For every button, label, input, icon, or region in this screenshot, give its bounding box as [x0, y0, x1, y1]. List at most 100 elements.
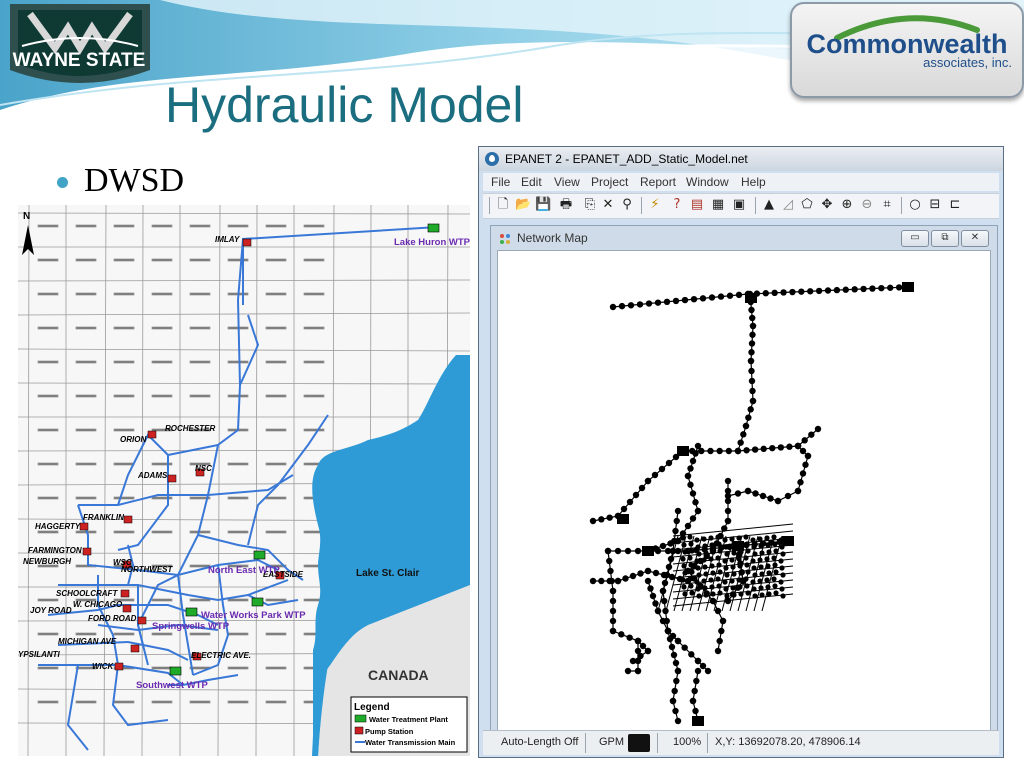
pan-icon[interactable]: ✥ — [819, 197, 835, 213]
toolbar: 🗋 📂 💾 🖶 ⎘ ✕ ⚲ ⚡ ? ▤ ▦ ▣ ▲ ◿ ⬠ ✥ ⊕ ⊖ ⌗ ○ … — [483, 193, 999, 219]
zoom-out-icon[interactable]: ⊖ — [859, 197, 875, 213]
menu-edit[interactable]: Edit — [521, 175, 542, 189]
junction-node — [749, 314, 756, 322]
junction-node — [694, 507, 702, 515]
junction-node — [722, 558, 728, 564]
save-icon[interactable]: 💾 — [535, 197, 551, 213]
junction-icon[interactable]: ○ — [907, 197, 923, 213]
print-icon[interactable]: 🖶 — [558, 197, 574, 213]
junction-node — [696, 551, 702, 557]
junction-node — [765, 584, 771, 590]
junction-node — [743, 555, 749, 561]
junction-node — [662, 607, 669, 615]
junction-node — [808, 431, 815, 438]
restore-button[interactable]: ⧉ — [931, 230, 959, 247]
select-icon[interactable]: ▲ — [761, 197, 777, 213]
copy-icon[interactable]: ⎘ — [582, 197, 598, 213]
junction-node — [748, 377, 756, 385]
run-icon[interactable]: ⚡ — [647, 197, 663, 213]
city-label: YPSILANTI — [18, 650, 61, 659]
tank-node — [692, 716, 704, 726]
city-label: ORION — [120, 435, 146, 444]
junction-node — [765, 563, 771, 569]
menu-help[interactable]: Help — [741, 175, 766, 189]
epanet-titlebar[interactable]: EPANET 2 - EPANET_ADD_Static_Model.net — [479, 147, 1003, 171]
junction-node — [589, 517, 597, 525]
junction-node — [665, 459, 673, 467]
junction-node — [723, 544, 729, 550]
junction-node — [709, 597, 717, 605]
junction-node — [614, 577, 622, 585]
junction-node — [695, 586, 701, 592]
junction-node — [681, 584, 687, 590]
pump-station-marker — [242, 238, 252, 247]
junction-node — [723, 586, 729, 592]
junction-node — [724, 572, 730, 578]
junction-node — [699, 662, 707, 670]
menu-file[interactable]: File — [491, 175, 510, 189]
junction-node — [695, 565, 701, 571]
junction-node — [589, 577, 597, 585]
options-icon[interactable]: ▣ — [731, 197, 747, 213]
query-icon[interactable]: ? — [669, 197, 685, 213]
junction-node — [674, 717, 682, 725]
tank-icon[interactable]: ⊏ — [947, 197, 963, 213]
junction-node — [735, 291, 743, 299]
junction-node — [731, 571, 737, 577]
junction-node — [737, 439, 744, 446]
open-icon[interactable]: 📂 — [515, 197, 531, 213]
junction-node — [654, 299, 662, 306]
junction-node — [749, 331, 756, 338]
junction-node — [689, 697, 697, 705]
junction-node — [687, 465, 694, 472]
junction-node — [731, 592, 737, 598]
new-icon[interactable]: 🗋 — [495, 197, 511, 213]
junction-node — [758, 543, 764, 549]
junction-node — [766, 591, 772, 597]
find-icon[interactable]: ⚲ — [619, 197, 635, 213]
menu-report[interactable]: Report — [640, 175, 676, 189]
junction-node — [606, 557, 613, 565]
junction-node — [609, 627, 617, 635]
junction-node — [696, 572, 702, 578]
legend-item: Water Transmission Main — [365, 738, 456, 747]
select-region-icon[interactable]: ⬠ — [799, 197, 815, 213]
junction-node — [778, 579, 784, 585]
menu-view[interactable]: View — [554, 175, 580, 189]
menu-window[interactable]: Window — [686, 175, 729, 189]
junction-node — [752, 551, 758, 557]
junction-node — [716, 562, 722, 568]
menu-project[interactable]: Project — [591, 175, 628, 189]
junction-node — [618, 631, 625, 638]
junction-node — [694, 667, 702, 675]
junction-node — [774, 497, 782, 505]
junction-node — [752, 593, 758, 599]
junction-node — [771, 534, 777, 540]
junction-node — [764, 556, 770, 562]
minimize-button[interactable]: ▭ — [901, 230, 929, 247]
auto-length-status[interactable]: Auto-Length Off — [501, 736, 578, 748]
junction-node — [716, 447, 723, 455]
zoom-in-icon[interactable]: ⊕ — [839, 197, 855, 213]
full-extent-icon[interactable]: ⌗ — [879, 197, 895, 213]
junction-node — [689, 490, 697, 497]
junction-node — [715, 555, 721, 561]
table-icon[interactable]: ▦ — [710, 197, 726, 213]
reservoir-icon[interactable]: ⊟ — [927, 197, 943, 213]
junction-node — [751, 565, 757, 571]
junction-node — [687, 481, 694, 488]
junction-node — [666, 635, 674, 643]
junction-node — [681, 542, 687, 548]
city-label: SCHOOLCRAFT — [56, 589, 118, 598]
junction-node — [709, 542, 715, 548]
network-map-canvas[interactable] — [497, 250, 991, 738]
graph-icon[interactable]: ▤ — [689, 197, 705, 213]
junction-node — [717, 590, 723, 596]
junction-node — [749, 397, 757, 405]
junction-node — [725, 447, 733, 455]
junction-node — [750, 537, 756, 543]
close-button[interactable]: ✕ — [961, 230, 989, 247]
select-vertex-icon[interactable]: ◿ — [780, 197, 796, 213]
junction-node — [745, 414, 752, 421]
delete-icon[interactable]: ✕ — [600, 197, 616, 213]
